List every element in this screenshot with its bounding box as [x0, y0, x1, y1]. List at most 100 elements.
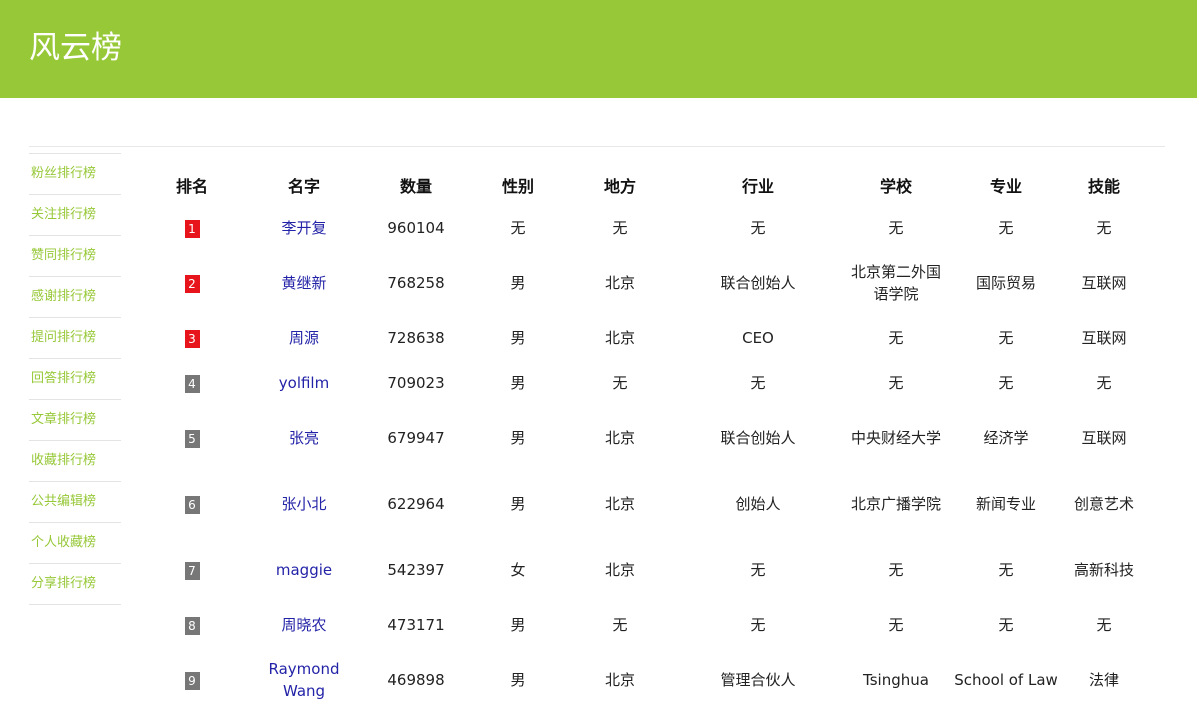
industry-cell: CEO — [742, 328, 774, 347]
rank-cell: 6 — [140, 470, 244, 537]
name-cell: yolfilm — [244, 360, 364, 405]
count-cell: 728638 — [387, 328, 445, 347]
page-header: 风云榜 — [0, 0, 1197, 98]
rank-badge: 5 — [184, 429, 200, 448]
rank-badge: 8 — [184, 616, 200, 635]
table-header-row: 排名 名字 数量 性别 地方 行业 学校 专业 技能 — [140, 165, 1144, 205]
table-row: 2 黄继新 768258 男 北京 联合创始人 北京第二外国语学院 国际贸易 互联网 — [140, 250, 1144, 315]
table-row: 8 周晓农 473171 男 无 无 无 无 无 — [140, 602, 1144, 647]
column-header-name: 名字 — [287, 177, 320, 196]
skill-cell: 无 — [1096, 615, 1112, 634]
user-name-link[interactable]: 周源 — [289, 329, 319, 347]
gender-cell: 男 — [510, 670, 526, 689]
major-cell: School of Law — [954, 670, 1058, 689]
table-row: 4 yolfilm 709023 男 无 无 无 无 无 — [140, 360, 1144, 405]
user-name-link[interactable]: 周晓农 — [281, 616, 326, 634]
rank-cell: 1 — [140, 205, 244, 250]
skill-cell: 互联网 — [1081, 273, 1127, 292]
page-title: 风云榜 — [29, 30, 122, 66]
industry-cell: 无 — [750, 560, 766, 579]
count-cell: 709023 — [387, 373, 445, 392]
sidebar-item-upvotes[interactable]: 赞同排行榜 — [29, 236, 121, 277]
column-header-industry: 行业 — [741, 177, 774, 196]
column-header-count: 数量 — [399, 177, 432, 196]
rank-cell: 4 — [140, 360, 244, 405]
gender-cell: 男 — [510, 328, 526, 347]
name-cell: Raymond Wang — [244, 647, 364, 712]
school-cell: 无 — [888, 560, 904, 579]
user-name-link[interactable]: 李开复 — [281, 219, 326, 237]
industry-cell: 联合创始人 — [720, 428, 796, 447]
major-cell: 国际贸易 — [975, 273, 1036, 292]
rank-cell: 7 — [140, 537, 244, 602]
table-row: 3 周源 728638 男 北京 CEO 无 无 互联网 — [140, 315, 1144, 360]
user-name-link[interactable]: 张小北 — [281, 495, 326, 513]
user-name-link[interactable]: Raymond Wang — [269, 660, 340, 700]
rank-badge: 7 — [184, 561, 200, 580]
major-cell: 无 — [998, 560, 1014, 579]
rank-cell: 2 — [140, 250, 244, 315]
gender-cell: 男 — [510, 373, 526, 392]
column-header-gender: 性别 — [501, 177, 534, 196]
place-cell: 无 — [612, 218, 628, 237]
sidebar-item-answers[interactable]: 回答排行榜 — [29, 359, 121, 400]
rank-cell: 9 — [140, 647, 244, 712]
skill-cell: 无 — [1096, 218, 1112, 237]
sidebar-item-following[interactable]: 关注排行榜 — [29, 195, 121, 236]
skill-cell: 创意艺术 — [1073, 494, 1134, 513]
user-name-link[interactable]: yolfilm — [279, 374, 329, 392]
name-cell: 周晓农 — [244, 602, 364, 647]
count-cell: 473171 — [387, 615, 445, 634]
name-cell: 李开复 — [244, 205, 364, 250]
table-row: 7 maggie 542397 女 北京 无 无 无 高新科技 — [140, 537, 1144, 602]
name-cell: 周源 — [244, 315, 364, 360]
user-name-link[interactable]: maggie — [276, 561, 332, 579]
place-cell: 无 — [612, 615, 628, 634]
name-cell: maggie — [244, 537, 364, 602]
major-cell: 新闻专业 — [975, 494, 1036, 513]
sidebar-item-thanks[interactable]: 感谢排行榜 — [29, 277, 121, 318]
divider — [29, 146, 1165, 147]
column-header-skill: 技能 — [1087, 177, 1120, 196]
place-cell: 无 — [612, 373, 628, 392]
place-cell: 北京 — [604, 670, 635, 689]
sidebar-item-public-edits[interactable]: 公共编辑榜 — [29, 482, 121, 523]
name-cell: 黄继新 — [244, 250, 364, 315]
school-cell: 无 — [888, 615, 904, 634]
sidebar-item-articles[interactable]: 文章排行榜 — [29, 400, 121, 441]
count-cell: 542397 — [387, 560, 445, 579]
user-name-link[interactable]: 黄继新 — [281, 274, 326, 292]
industry-cell: 联合创始人 — [720, 273, 796, 292]
sidebar-item-favorites[interactable]: 收藏排行榜 — [29, 441, 121, 482]
skill-cell: 无 — [1096, 373, 1112, 392]
sidebar-item-shares[interactable]: 分享排行榜 — [29, 564, 121, 605]
school-cell: 中央财经大学 — [850, 428, 941, 447]
school-cell: 无 — [888, 373, 904, 392]
industry-cell: 创始人 — [735, 494, 781, 513]
place-cell: 北京 — [604, 328, 635, 347]
gender-cell: 男 — [510, 494, 526, 513]
school-cell: Tsinghua — [863, 670, 929, 689]
place-cell: 北京 — [604, 560, 635, 579]
table-row: 1 李开复 960104 无 无 无 无 无 无 — [140, 205, 1144, 250]
sidebar-item-fans[interactable]: 粉丝排行榜 — [29, 154, 121, 195]
rank-badge: 1 — [184, 219, 200, 238]
sidebar-item-personal-collections[interactable]: 个人收藏榜 — [29, 523, 121, 564]
school-cell: 北京广播学院 — [850, 494, 941, 513]
rank-badge: 2 — [184, 274, 200, 293]
count-cell: 960104 — [387, 218, 445, 237]
column-header-place: 地方 — [603, 177, 636, 196]
gender-cell: 女 — [510, 560, 526, 579]
gender-cell: 男 — [510, 615, 526, 634]
count-cell: 469898 — [387, 670, 445, 689]
user-name-link[interactable]: 张亮 — [289, 429, 319, 447]
count-cell: 679947 — [387, 428, 445, 447]
rank-cell: 3 — [140, 315, 244, 360]
ranking-table: 排名 名字 数量 性别 地方 行业 学校 专业 技能 1 李开复 960104 无无无… — [140, 165, 1144, 712]
major-cell: 经济学 — [983, 428, 1029, 447]
place-cell: 北京 — [604, 428, 635, 447]
rank-badge: 9 — [184, 671, 200, 690]
table-body: 1 李开复 960104 无无无无无无 2 黄继新 768258 男北京 联合创始人 北京第二外国… — [140, 205, 1144, 712]
skill-cell: 互联网 — [1081, 428, 1127, 447]
sidebar-item-questions[interactable]: 提问排行榜 — [29, 318, 121, 359]
